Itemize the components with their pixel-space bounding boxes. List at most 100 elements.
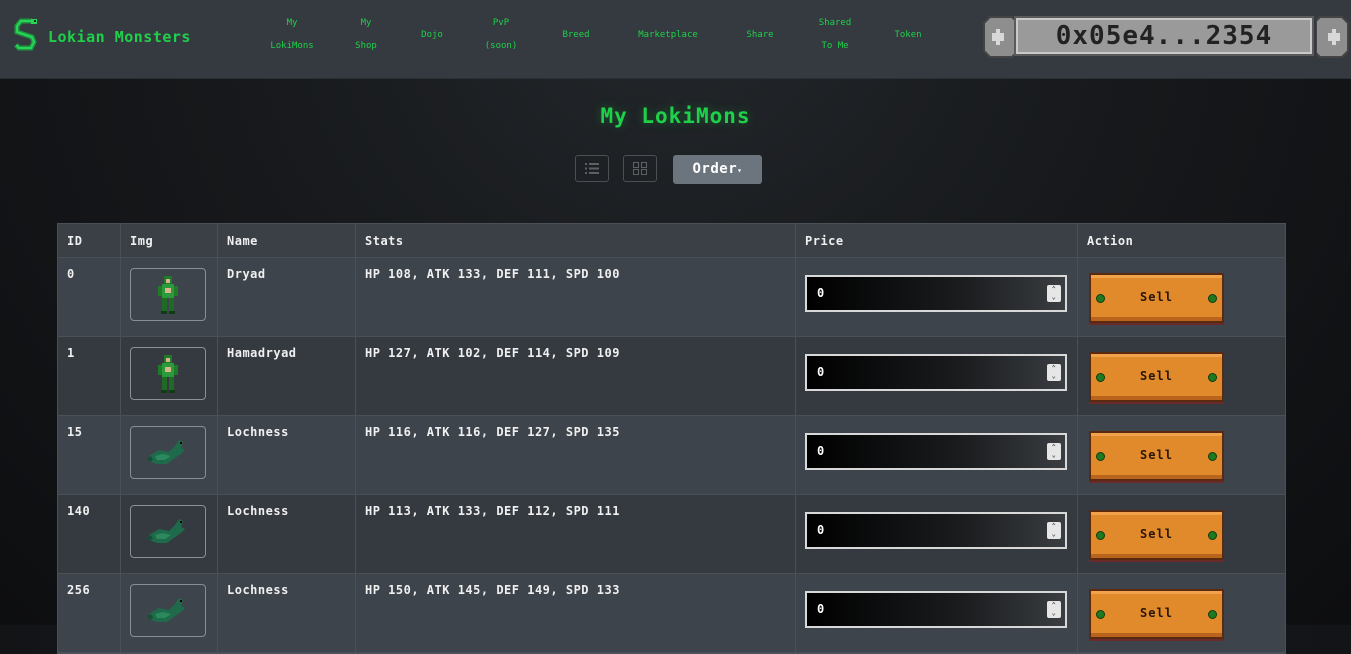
cell-stats: HP 127, ATK 102, DEF 114, SPD 109 [356, 337, 796, 415]
nav-label-line: (soon) [484, 41, 518, 51]
brand[interactable]: Lokian Monsters [12, 18, 191, 56]
header-price: Price [796, 224, 1078, 257]
order-dropdown-button[interactable]: Order▾ [673, 155, 762, 184]
sell-label: Sell [1140, 606, 1173, 620]
nav-marketplace[interactable]: Marketplace [638, 24, 698, 47]
cell-price: 0 ⌃ ⌄ [796, 495, 1078, 573]
nav-shared-to-me[interactable]: Shared To Me [819, 12, 852, 58]
grid-view-button[interactable] [623, 155, 657, 182]
price-input[interactable]: 0 ⌃ ⌄ [805, 354, 1067, 391]
sell-label: Sell [1140, 290, 1173, 304]
price-value: 0 [817, 286, 825, 300]
monster-thumbnail[interactable] [130, 347, 206, 400]
price-value: 0 [817, 602, 825, 616]
table-row: 140 Lochness HP 113, ATK 133, DEF 112, S… [58, 495, 1285, 574]
rivet-icon [1096, 452, 1105, 461]
rivet-icon [1208, 610, 1217, 619]
table-header-row: ID Img Name Stats Price Action [58, 224, 1285, 258]
price-stepper[interactable]: ⌃ ⌄ [1047, 285, 1061, 302]
cell-name: Lochness [218, 495, 356, 573]
price-value: 0 [817, 444, 825, 458]
monster-thumbnail[interactable] [130, 505, 206, 558]
price-input[interactable]: 0 ⌃ ⌄ [805, 591, 1067, 628]
price-stepper[interactable]: ⌃ ⌄ [1047, 443, 1061, 460]
dryad-sprite-icon [158, 275, 178, 314]
cell-stats: HP 108, ATK 133, DEF 111, SPD 100 [356, 258, 796, 336]
rivet-icon [1096, 610, 1105, 619]
cell-price: 0 ⌃ ⌄ [796, 574, 1078, 652]
nav-label-line: PvP [492, 18, 510, 28]
header-action: Action [1087, 234, 1134, 248]
header-name: Name [218, 224, 356, 257]
sell-label: Sell [1140, 448, 1173, 462]
price-input[interactable]: 0 ⌃ ⌄ [805, 512, 1067, 549]
header-id: ID [58, 224, 121, 257]
nav-label-line: Dojo [421, 30, 443, 40]
top-navbar: Lokian Monsters My LokiMons My Shop Dojo PvP (… [0, 0, 1351, 79]
wallet-address: 0x05e4...2354 [1014, 16, 1314, 56]
cell-price: 0 ⌃ ⌄ [796, 337, 1078, 415]
lochness-sprite-icon [147, 597, 185, 622]
sell-button[interactable]: Sell [1089, 352, 1224, 402]
serpent-logo-icon [12, 18, 40, 56]
left-bolt-icon [983, 16, 1016, 58]
price-stepper[interactable]: ⌃ ⌄ [1047, 601, 1061, 618]
lochness-sprite-icon [147, 518, 185, 543]
nav-label-line: Shared [818, 18, 852, 28]
lokimons-table: ID Img Name Stats Price Action 0 Dryad H… [57, 223, 1286, 654]
cell-action: Sell [1078, 416, 1285, 494]
chevron-down-icon: ▾ [737, 166, 743, 175]
nav-label-line: LokiMons [270, 41, 314, 51]
brand-name: Lokian Monsters [48, 28, 191, 46]
nav-my-shop[interactable]: My Shop [355, 12, 377, 58]
list-icon [585, 163, 599, 174]
sell-button[interactable]: Sell [1089, 589, 1224, 639]
rivet-icon [1096, 373, 1105, 382]
list-view-button[interactable] [575, 155, 609, 182]
cell-action: Sell [1078, 337, 1285, 415]
cell-name: Lochness [218, 416, 356, 494]
cell-action: Sell [1078, 574, 1285, 652]
header-stats: Stats [356, 224, 796, 257]
cell-img [121, 495, 218, 573]
price-stepper[interactable]: ⌃ ⌄ [1047, 522, 1061, 539]
nav-share[interactable]: Share [746, 24, 773, 47]
price-value: 0 [817, 523, 825, 537]
nav-breed[interactable]: Breed [562, 24, 589, 47]
dryad-sprite-icon [158, 354, 178, 393]
cell-name: Dryad [218, 258, 356, 336]
nav-token[interactable]: Token [894, 24, 921, 47]
rivet-icon [1208, 373, 1217, 382]
cell-img [121, 574, 218, 652]
table-row: 256 Lochness HP 150, ATK 145, DEF 149, S… [58, 574, 1285, 653]
sell-button[interactable]: Sell [1089, 273, 1224, 323]
price-stepper[interactable]: ⌃ ⌄ [1047, 364, 1061, 381]
nav-my-lokimons[interactable]: My LokiMons [270, 12, 313, 58]
right-bolt-icon [1316, 16, 1349, 58]
cell-stats: HP 150, ATK 145, DEF 149, SPD 133 [356, 574, 796, 652]
cell-name: Hamadryad [218, 337, 356, 415]
rivet-icon [1208, 294, 1217, 303]
wallet-address-button[interactable]: 0x05e4...2354 [982, 15, 1351, 59]
cell-price: 0 ⌃ ⌄ [796, 258, 1078, 336]
price-input[interactable]: 0 ⌃ ⌄ [805, 433, 1067, 470]
rivet-icon [1096, 294, 1105, 303]
sell-button[interactable]: Sell [1089, 510, 1224, 560]
cell-img [121, 416, 218, 494]
monster-thumbnail[interactable] [130, 584, 206, 637]
sell-button[interactable]: Sell [1089, 431, 1224, 481]
price-input[interactable]: 0 ⌃ ⌄ [805, 275, 1067, 312]
cell-img [121, 337, 218, 415]
nav-label-line: Breed [562, 30, 590, 40]
nav-pvp[interactable]: PvP (soon) [485, 12, 518, 58]
cell-id: 1 [58, 337, 121, 415]
sell-label: Sell [1140, 369, 1173, 383]
monster-thumbnail[interactable] [130, 426, 206, 479]
monster-thumbnail[interactable] [130, 268, 206, 321]
grid-icon [633, 162, 647, 175]
cell-id: 15 [58, 416, 121, 494]
sell-label: Sell [1140, 527, 1173, 541]
cell-action: Sell [1078, 495, 1285, 573]
nav-dojo[interactable]: Dojo [421, 24, 443, 47]
table-row: 1 Hamadryad HP 127, ATK 102, DEF 114, SP… [58, 337, 1285, 416]
